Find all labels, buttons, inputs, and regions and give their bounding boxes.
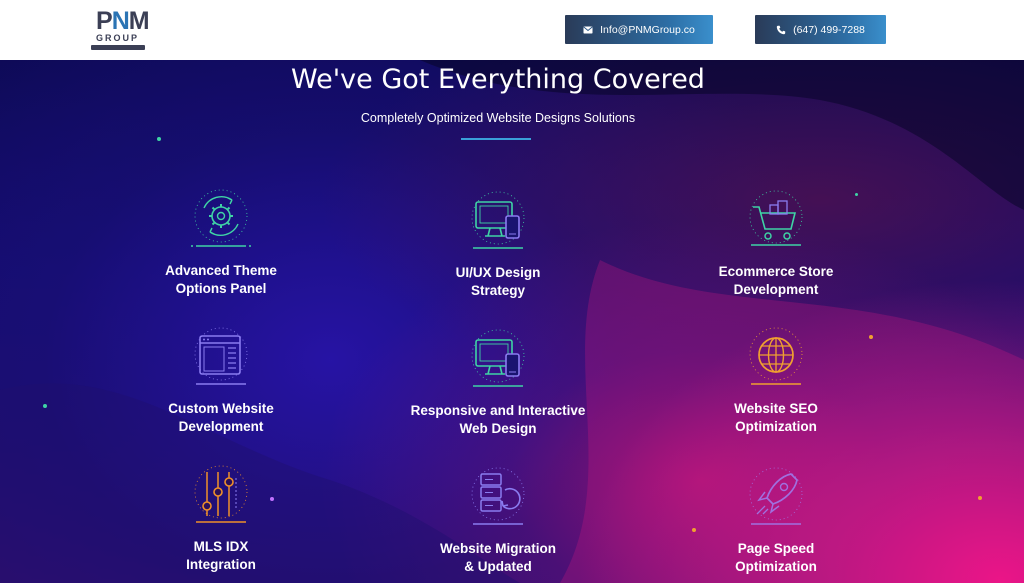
- service-label: Website Migration & Updated: [439, 541, 556, 574]
- service-ecommerce-store[interactable]: Ecommerce Store Development: [646, 183, 906, 299]
- sliders-icon: [194, 465, 248, 523]
- email-button[interactable]: Info@PNMGroup.co: [565, 15, 713, 44]
- service-label: MLS IDX Integration: [186, 539, 256, 572]
- service-label: Advanced Theme Options Panel: [165, 263, 277, 296]
- title-underline: [461, 138, 531, 140]
- service-responsive-web-design[interactable]: Responsive and Interactive Web Design: [368, 322, 628, 438]
- phone-icon: [776, 25, 786, 34]
- page-subtitle: Completely Optimized Website Designs Sol…: [360, 111, 636, 125]
- service-label: Ecommerce Store Development: [718, 264, 834, 297]
- shopping-cart-icon: [749, 190, 803, 246]
- email-button-label: Info@PNMGroup.co: [600, 23, 695, 36]
- service-website-migration[interactable]: Website Migration & Updated: [368, 460, 628, 576]
- devices-icon: [471, 191, 525, 249]
- phone-button[interactable]: (647) 499-7288: [755, 15, 886, 44]
- globe-icon: [749, 327, 803, 385]
- site-header: PNM GROUP Info@PNMGroup.co (647) 499-728…: [0, 0, 1024, 60]
- service-label: Website SEO Optimization: [734, 401, 818, 434]
- responsive-devices-icon: [471, 329, 525, 387]
- service-custom-website-development[interactable]: Custom Website Development: [91, 320, 351, 436]
- gear-refresh-icon: [191, 189, 251, 247]
- browser-window-icon: [194, 327, 248, 385]
- rocket-icon: [749, 467, 803, 525]
- service-label: UI/UX Design Strategy: [455, 265, 541, 298]
- phone-button-label: (647) 499-7288: [793, 23, 865, 36]
- logo-tagline-bar: [91, 45, 145, 50]
- decorative-dot: [978, 496, 982, 500]
- service-mls-idx-integration[interactable]: MLS IDX Integration: [91, 458, 351, 574]
- decorative-dot: [157, 137, 161, 141]
- service-advanced-theme-options[interactable]: Advanced Theme Options Panel: [91, 182, 351, 298]
- page-title: We've Got Everything Covered: [291, 64, 705, 95]
- logo-mark: PNM: [96, 7, 150, 35]
- decorative-dot: [43, 404, 47, 408]
- service-page-speed[interactable]: Page Speed Optimization: [646, 460, 906, 576]
- service-label: Custom Website Development: [168, 401, 274, 434]
- service-label: Page Speed Optimization: [735, 541, 817, 574]
- envelope-icon: [583, 26, 593, 33]
- service-label: Responsive and Interactive Web Design: [410, 403, 586, 436]
- service-ui-ux-design[interactable]: UI/UX Design Strategy: [368, 184, 628, 300]
- server-migration-icon: [471, 467, 525, 525]
- service-website-seo[interactable]: Website SEO Optimization: [646, 320, 906, 436]
- pnm-group-logo[interactable]: PNM GROUP: [88, 7, 150, 51]
- logo-group-text: GROUP: [96, 33, 140, 43]
